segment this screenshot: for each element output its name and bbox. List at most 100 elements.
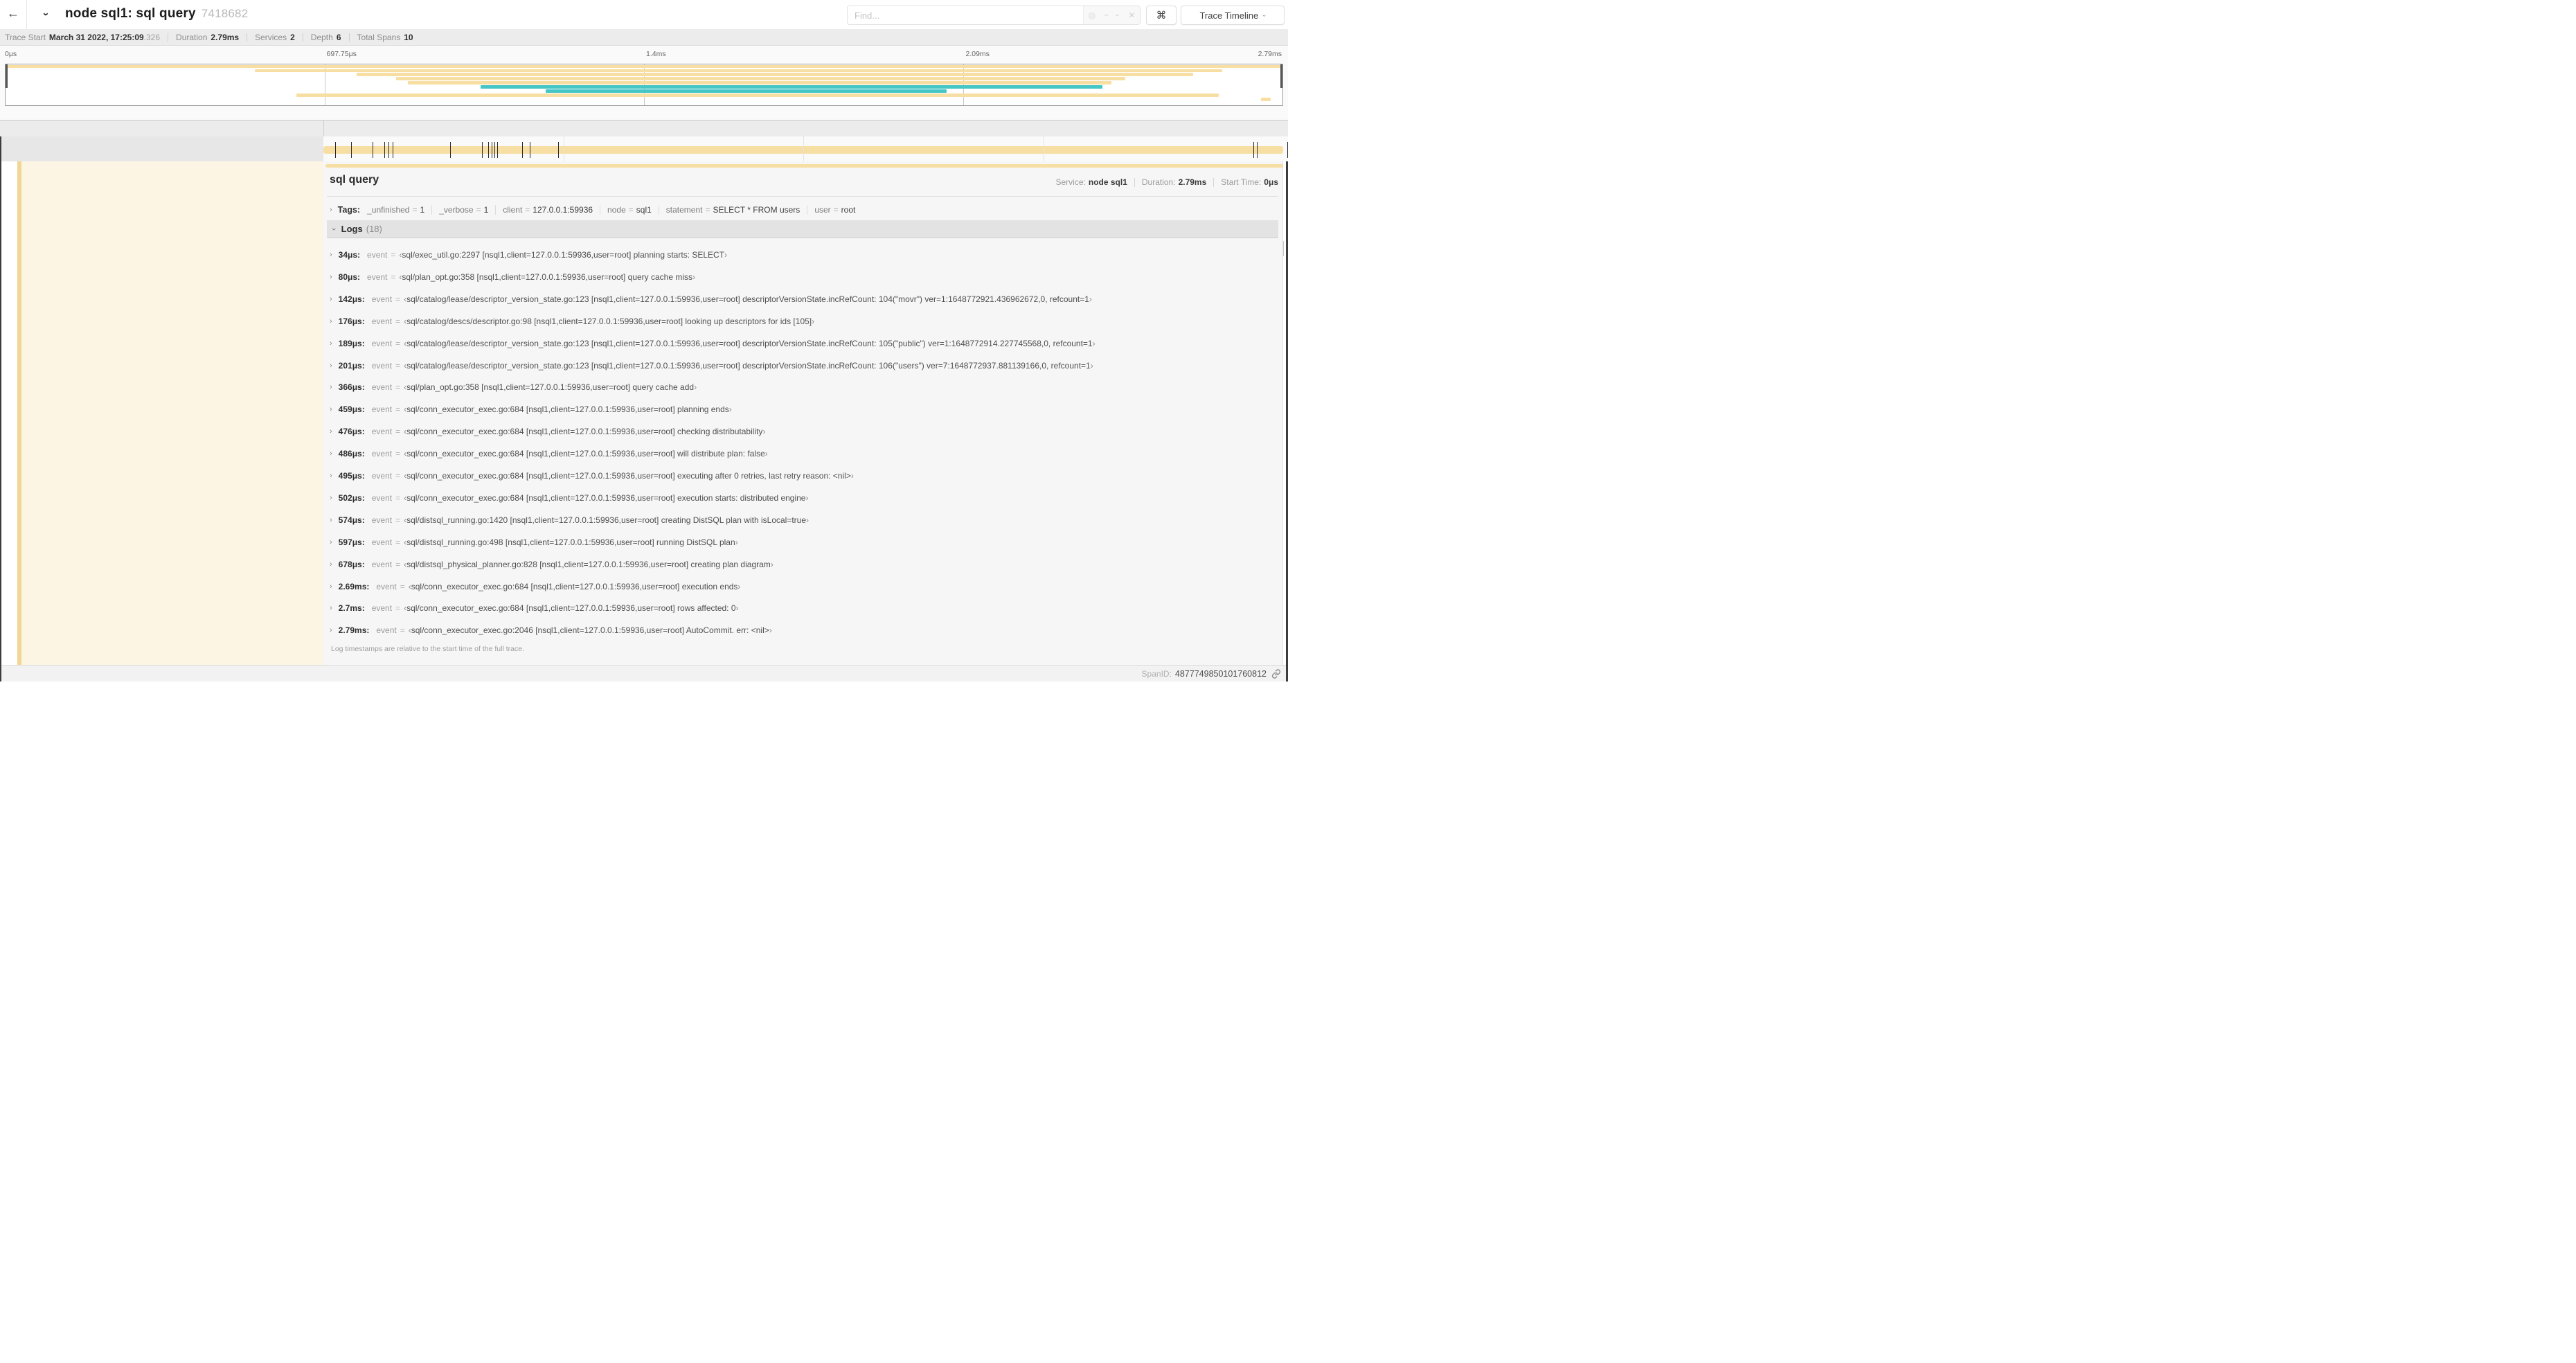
log-expand-chevron-icon[interactable]: › bbox=[330, 362, 332, 370]
log-expand-chevron-icon[interactable]: › bbox=[330, 582, 332, 591]
span-log-marker[interactable] bbox=[350, 142, 352, 158]
log-expand-chevron-icon[interactable]: › bbox=[330, 449, 332, 458]
log-expand-chevron-icon[interactable]: › bbox=[330, 339, 332, 348]
minimap-right-scrubber[interactable] bbox=[1280, 64, 1282, 88]
span-log-marker[interactable] bbox=[488, 142, 489, 158]
logs-header[interactable]: › Logs (18) bbox=[327, 220, 1278, 238]
log-row[interactable]: › 486μs: event = ‹sql/conn_executor_exec.go:… bbox=[330, 447, 1277, 461]
log-row[interactable]: › 201μs: event = ‹sql/catalog/lease/descript… bbox=[330, 359, 1277, 373]
log-expand-chevron-icon[interactable]: › bbox=[330, 560, 332, 569]
log-row[interactable]: › 80μs: event = ‹sql/plan_opt.go:358 [nsql1,… bbox=[330, 270, 1277, 284]
log-message: ‹sql/conn_executor_exec.go:684 [nsql1,cl… bbox=[404, 427, 766, 437]
span-log-marker[interactable] bbox=[384, 142, 385, 158]
chevron-down-icon: › bbox=[1260, 14, 1269, 17]
log-equals: = bbox=[395, 427, 401, 437]
right-edge-strip bbox=[1286, 161, 1288, 682]
back-button-zone[interactable]: ← bbox=[0, 0, 27, 29]
divider bbox=[348, 33, 350, 42]
log-expand-chevron-icon[interactable]: › bbox=[330, 405, 332, 413]
span-row-service[interactable]: › node sql1 sql query bbox=[0, 136, 323, 298]
span-log-marker[interactable] bbox=[1253, 142, 1255, 158]
trace-minimap[interactable]: 0μs 697.75μs 1.4ms 2.09ms 2.79ms bbox=[0, 46, 1288, 120]
log-row[interactable]: › 2.79ms: event = ‹sql/conn_executor_exec.go… bbox=[330, 623, 1277, 637]
minimap-span-bar bbox=[357, 73, 1193, 77]
log-timestamp: 495μs: bbox=[338, 471, 365, 481]
span-log-marker[interactable] bbox=[334, 142, 336, 158]
span-log-marker[interactable] bbox=[497, 142, 498, 158]
find-input[interactable] bbox=[848, 6, 1083, 24]
tags-expand-chevron-icon[interactable]: › bbox=[330, 206, 332, 214]
log-row[interactable]: › 176μs: event = ‹sql/catalog/descs/descript… bbox=[330, 314, 1277, 328]
minimap-left-scrubber[interactable] bbox=[6, 64, 8, 88]
log-row[interactable]: › 678μs: event = ‹sql/distsql_physical_plann… bbox=[330, 558, 1277, 571]
span-log-marker[interactable] bbox=[494, 142, 496, 158]
log-row[interactable]: › 366μs: event = ‹sql/plan_opt.go:358 [nsql1… bbox=[330, 380, 1277, 394]
log-timestamp: 574μs: bbox=[338, 515, 365, 525]
log-event-key: event bbox=[371, 294, 393, 304]
divider bbox=[327, 196, 1278, 197]
log-row[interactable]: › 2.69ms: event = ‹sql/conn_executor_exec.go… bbox=[330, 580, 1277, 594]
logs-collapse-chevron-icon[interactable]: › bbox=[330, 228, 338, 231]
divider bbox=[431, 205, 433, 215]
span-log-marker[interactable] bbox=[1287, 142, 1289, 158]
span-log-marker[interactable] bbox=[388, 142, 390, 158]
trace-name: node sql1: sql query bbox=[65, 6, 196, 21]
log-expand-chevron-icon[interactable]: › bbox=[330, 472, 332, 480]
clear-search-icon[interactable]: ✕ bbox=[1128, 10, 1135, 20]
start-time-label: Start Time: bbox=[1221, 177, 1262, 187]
span-log-marker[interactable] bbox=[521, 142, 523, 158]
locate-icon[interactable]: ◎ bbox=[1089, 10, 1095, 20]
keyboard-shortcuts-button[interactable]: ⌘ bbox=[1146, 6, 1177, 25]
tags-list: _unfinished = 1 _verbose = 1 client = 127.0.0.1:… bbox=[367, 205, 855, 215]
trace-view-selector[interactable]: Trace Timeline › bbox=[1181, 6, 1285, 25]
log-message: ‹sql/catalog/lease/descriptor_version_st… bbox=[404, 338, 1095, 348]
log-expand-chevron-icon[interactable]: › bbox=[330, 516, 332, 524]
log-row[interactable]: › 574μs: event = ‹sql/distsql_running.go:142… bbox=[330, 513, 1277, 527]
log-row[interactable]: › 2.7ms: event = ‹sql/conn_executor_exec.go:… bbox=[330, 601, 1277, 615]
minimap-span-bar bbox=[407, 81, 1111, 84]
span-log-marker[interactable] bbox=[557, 142, 559, 158]
log-expand-chevron-icon[interactable]: › bbox=[330, 626, 332, 634]
minimap-span-bar bbox=[296, 93, 1219, 97]
log-row[interactable]: › 476μs: event = ‹sql/conn_executor_exec.go:… bbox=[330, 425, 1277, 438]
log-event-key: event bbox=[376, 581, 397, 591]
timeline-header-row: Service & Operation › › » » 0μs697.75μs1… bbox=[0, 120, 1288, 256]
span-log-marker[interactable] bbox=[482, 142, 483, 158]
log-expand-chevron-icon[interactable]: › bbox=[330, 494, 332, 502]
log-equals: = bbox=[395, 471, 401, 481]
log-row[interactable]: › 495μs: event = ‹sql/conn_executor_exec.go:… bbox=[330, 469, 1277, 483]
span-row-timeline[interactable] bbox=[323, 136, 1289, 161]
log-expand-chevron-icon[interactable]: › bbox=[330, 383, 332, 391]
log-row[interactable]: › 459μs: event = ‹sql/conn_executor_exec.go:… bbox=[330, 402, 1277, 416]
prev-result-icon[interactable]: › bbox=[1101, 14, 1111, 17]
log-event-key: event bbox=[367, 271, 388, 282]
log-expand-chevron-icon[interactable]: › bbox=[330, 427, 332, 436]
log-row[interactable]: › 597μs: event = ‹sql/distsql_running.go:498… bbox=[330, 535, 1277, 549]
log-row[interactable]: › 502μs: event = ‹sql/conn_executor_exec.go:… bbox=[330, 491, 1277, 505]
span-log-marker[interactable] bbox=[1257, 142, 1258, 158]
log-expand-chevron-icon[interactable]: › bbox=[330, 273, 332, 281]
title-collapse-chevron-icon[interactable]: › bbox=[40, 12, 52, 16]
log-message: ‹sql/distsql_running.go:1420 [nsql1,clie… bbox=[404, 515, 810, 525]
log-expand-chevron-icon[interactable]: › bbox=[330, 295, 332, 303]
log-message: ‹sql/catalog/lease/descriptor_version_st… bbox=[404, 360, 1093, 371]
minimap-canvas[interactable] bbox=[5, 64, 1283, 106]
log-event-key: event bbox=[371, 449, 393, 459]
next-result-icon[interactable]: › bbox=[1113, 14, 1122, 17]
log-row[interactable]: › 189μs: event = ‹sql/catalog/lease/descript… bbox=[330, 337, 1277, 350]
log-row[interactable]: › 142μs: event = ‹sql/catalog/lease/descript… bbox=[330, 292, 1277, 306]
log-row[interactable]: › 34μs: event = ‹sql/exec_util.go:2297 [nsql… bbox=[330, 248, 1277, 262]
log-expand-chevron-icon[interactable]: › bbox=[330, 538, 332, 546]
link-icon[interactable] bbox=[1271, 668, 1281, 679]
span-log-marker[interactable] bbox=[449, 142, 451, 158]
log-expand-chevron-icon[interactable]: › bbox=[330, 251, 332, 259]
log-expand-chevron-icon[interactable]: › bbox=[330, 604, 332, 612]
back-arrow-icon[interactable]: ← bbox=[7, 6, 19, 21]
log-timestamp: 502μs: bbox=[338, 492, 365, 503]
tags-row[interactable]: › Tags: _unfinished = 1 _verbose = 1 client = 12… bbox=[330, 204, 855, 216]
log-expand-chevron-icon[interactable]: › bbox=[330, 317, 332, 326]
duration-value: 2.79ms bbox=[211, 32, 240, 42]
log-message: ‹sql/conn_executor_exec.go:2046 [nsql1,c… bbox=[408, 625, 772, 636]
detail-left-column bbox=[21, 161, 323, 665]
duration-label: Duration: bbox=[1141, 177, 1176, 187]
